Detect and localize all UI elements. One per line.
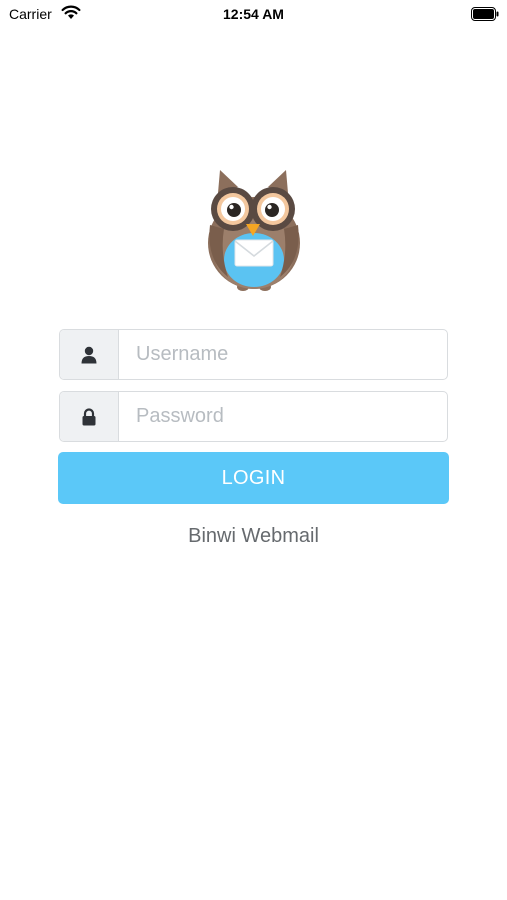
user-icon xyxy=(81,346,97,363)
owl-mail-logo xyxy=(208,170,300,291)
login-button[interactable]: LOGIN xyxy=(58,452,449,504)
lock-icon xyxy=(82,407,96,425)
password-field xyxy=(59,391,448,442)
username-addon xyxy=(60,330,119,379)
status-time: 12:54 AM xyxy=(223,6,284,22)
password-addon xyxy=(60,392,119,441)
username-field xyxy=(59,329,448,380)
battery-icon xyxy=(471,7,499,21)
app-name-label: Binwi Webmail xyxy=(188,525,319,547)
status-bar: Carrier 12:54 AM xyxy=(0,0,507,28)
username-input[interactable] xyxy=(119,330,447,379)
password-input[interactable] xyxy=(119,392,447,441)
login-screen: Carrier 12:54 AM Username LOGIN Binwi We… xyxy=(0,0,507,900)
